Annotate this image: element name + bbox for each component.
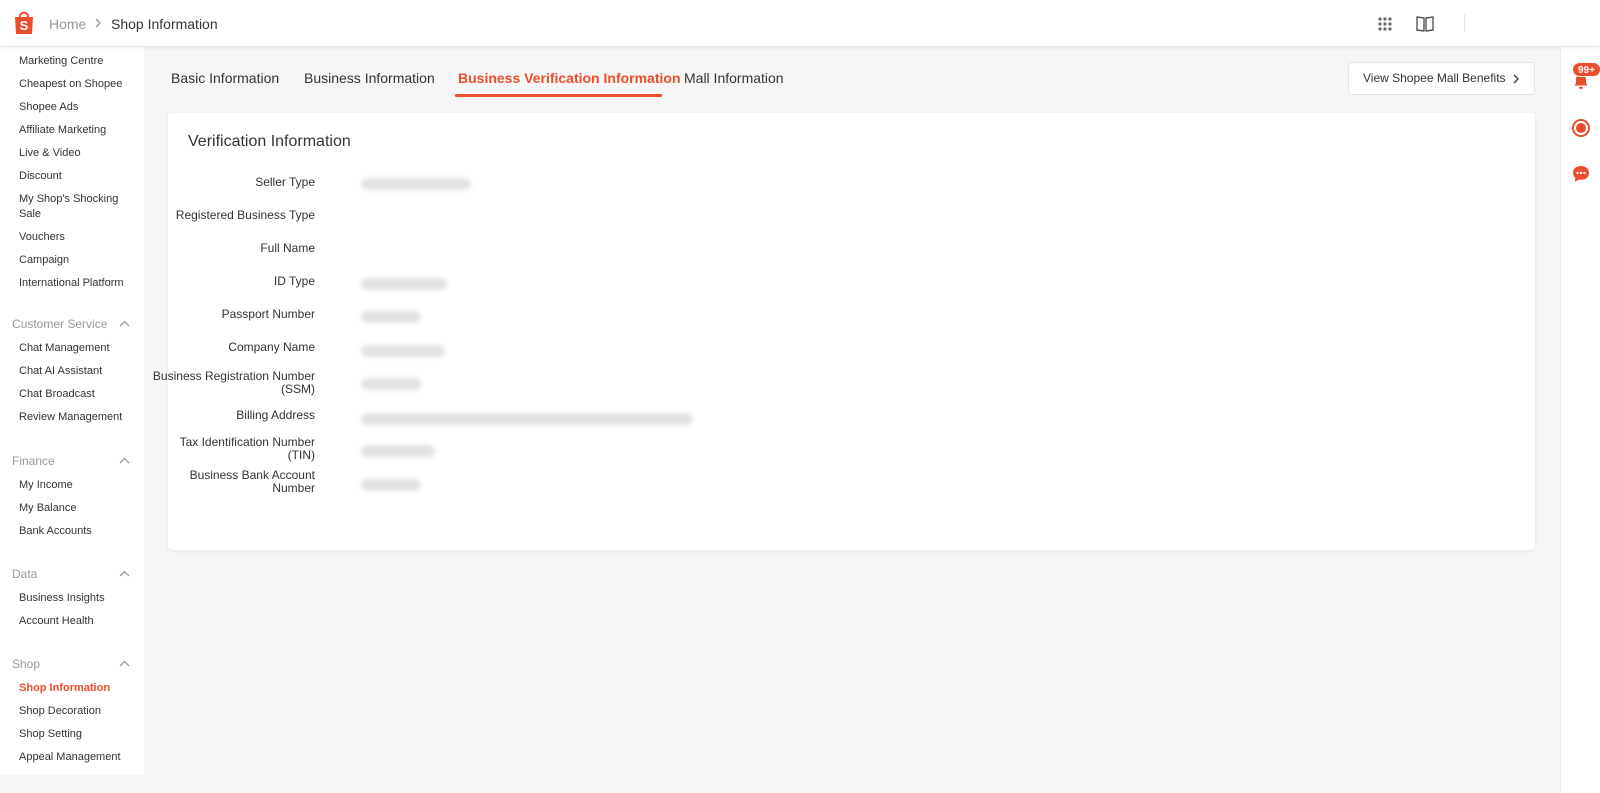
- notification-badge: 99+: [1572, 62, 1600, 77]
- sidebar-item-campaign[interactable]: Campaign: [19, 253, 139, 268]
- chevron-up-icon: [119, 660, 130, 667]
- sidebar-section-customer-service[interactable]: Customer Service: [12, 317, 130, 331]
- svg-text:S: S: [20, 18, 29, 33]
- field-label-line: Number: [272, 481, 315, 495]
- field-value-company-name: [361, 345, 445, 357]
- sidebar-section-title: Finance: [12, 454, 55, 468]
- field-value-billing-address: [361, 413, 693, 425]
- field-label-line: Tax Identification Number: [179, 435, 315, 449]
- book-icon[interactable]: [1416, 15, 1434, 32]
- field-value-seller-type: [361, 178, 471, 190]
- field-label-registered-business-type: Registered Business Type: [175, 208, 315, 222]
- field-label-line: (SSM): [281, 382, 315, 396]
- apps-grid-icon[interactable]: [1377, 16, 1393, 32]
- right-rail: [1560, 47, 1600, 793]
- field-value-business-bank-account-number: [361, 479, 421, 491]
- sidebar-item-marketing-centre[interactable]: Marketing Centre: [19, 54, 139, 69]
- field-label-company-name: Company Name: [228, 340, 315, 354]
- sidebar-section-title: Shop: [12, 657, 41, 671]
- sidebar-item-shop-setting[interactable]: Shop Setting: [19, 727, 139, 742]
- field-value-id-type: [361, 278, 447, 290]
- active-tab-indicator: [455, 94, 662, 97]
- tab-mall-information[interactable]: Mall Information: [684, 70, 784, 86]
- chevron-right-icon: [95, 18, 101, 28]
- field-label-tax-identification-number: Tax Identification Number (TIN): [115, 436, 315, 462]
- breadcrumb-current: Shop Information: [111, 16, 218, 32]
- sidebar-item-shop-decoration[interactable]: Shop Decoration: [19, 704, 139, 719]
- field-value-business-registration-number: [361, 378, 421, 390]
- sidebar-item-my-balance[interactable]: My Balance: [19, 501, 139, 516]
- sidebar-item-shopee-ads[interactable]: Shopee Ads: [19, 100, 139, 115]
- top-bar: S Home Shop Information: [0, 0, 1600, 47]
- tab-business-verification-information[interactable]: Business Verification Information: [458, 70, 681, 86]
- field-value-tax-identification-number: [361, 445, 435, 457]
- sidebar-section-finance[interactable]: Finance: [12, 454, 130, 468]
- chevron-right-icon: [1513, 74, 1519, 84]
- field-label-billing-address: Billing Address: [236, 408, 315, 422]
- chevron-up-icon: [119, 570, 130, 577]
- view-mall-benefits-label: View Shopee Mall Benefits: [1363, 71, 1506, 85]
- sidebar-item-shocking-sale[interactable]: My Shop's Shocking Sale: [19, 192, 129, 222]
- field-value-passport-number: [361, 311, 421, 323]
- tab-basic-information[interactable]: Basic Information: [171, 70, 279, 86]
- field-label-seller-type: Seller Type: [255, 175, 315, 189]
- field-label-business-bank-account-number: Business Bank Account Number: [115, 469, 315, 495]
- field-label-full-name: Full Name: [260, 241, 315, 255]
- sidebar-item-appeal-management[interactable]: Appeal Management: [19, 750, 139, 765]
- sidebar-item-live-video[interactable]: Live & Video: [19, 146, 139, 161]
- breadcrumb-home[interactable]: Home: [49, 16, 86, 32]
- shopee-logo-icon[interactable]: S: [12, 9, 36, 35]
- tab-business-information[interactable]: Business Information: [304, 70, 435, 86]
- sidebar-item-shop-information[interactable]: Shop Information: [19, 681, 139, 696]
- sidebar-item-business-insights[interactable]: Business Insights: [19, 591, 139, 606]
- headset-support-icon[interactable]: [1571, 118, 1591, 138]
- field-label-business-registration-number: Business Registration Number (SSM): [115, 370, 315, 396]
- sidebar-section-title: Customer Service: [12, 317, 108, 331]
- card-title: Verification Information: [188, 133, 351, 150]
- view-mall-benefits-button[interactable]: View Shopee Mall Benefits: [1348, 62, 1535, 95]
- sidebar-section-data[interactable]: Data: [12, 567, 130, 581]
- field-label-passport-number: Passport Number: [221, 307, 315, 321]
- verification-information-card: Verification Information Seller Type Reg…: [153, 113, 1535, 550]
- chat-bubble-icon[interactable]: [1571, 164, 1591, 184]
- sidebar-section-shop[interactable]: Shop: [12, 657, 130, 671]
- sidebar-item-account-health[interactable]: Account Health: [19, 614, 139, 629]
- field-label-id-type: ID Type: [273, 274, 315, 288]
- sidebar-item-cheapest-on-shopee[interactable]: Cheapest on Shopee: [19, 77, 139, 92]
- field-label-line: (TIN): [287, 448, 315, 462]
- sidebar-section-title: Data: [12, 567, 38, 581]
- top-divider: [1464, 14, 1465, 32]
- sidebar-item-bank-accounts[interactable]: Bank Accounts: [19, 524, 139, 539]
- sidebar-item-affiliate-marketing[interactable]: Affiliate Marketing: [19, 123, 139, 138]
